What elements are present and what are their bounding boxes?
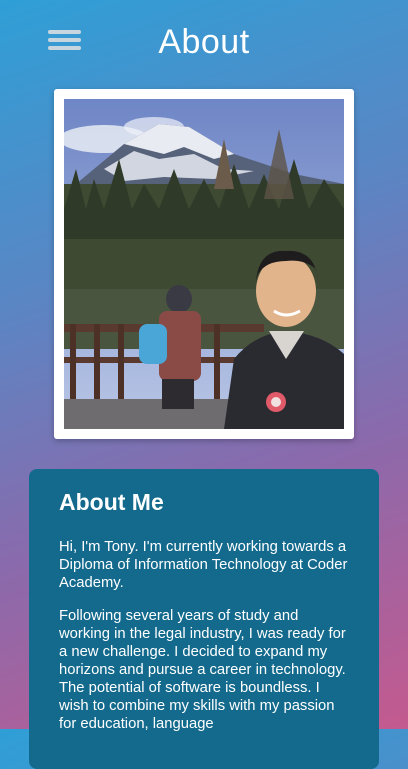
page-title: About — [158, 23, 250, 61]
about-me-card: About Me Hi, I'm Tony. I'm currently wor… — [29, 469, 379, 769]
profile-photo — [64, 99, 344, 429]
about-paragraph: Hi, I'm Tony. I'm currently working towa… — [59, 539, 348, 591]
profile-photo-frame — [54, 89, 354, 439]
about-paragraph: Following several years of study and wor… — [59, 608, 346, 732]
about-me-heading: About Me — [59, 489, 164, 515]
